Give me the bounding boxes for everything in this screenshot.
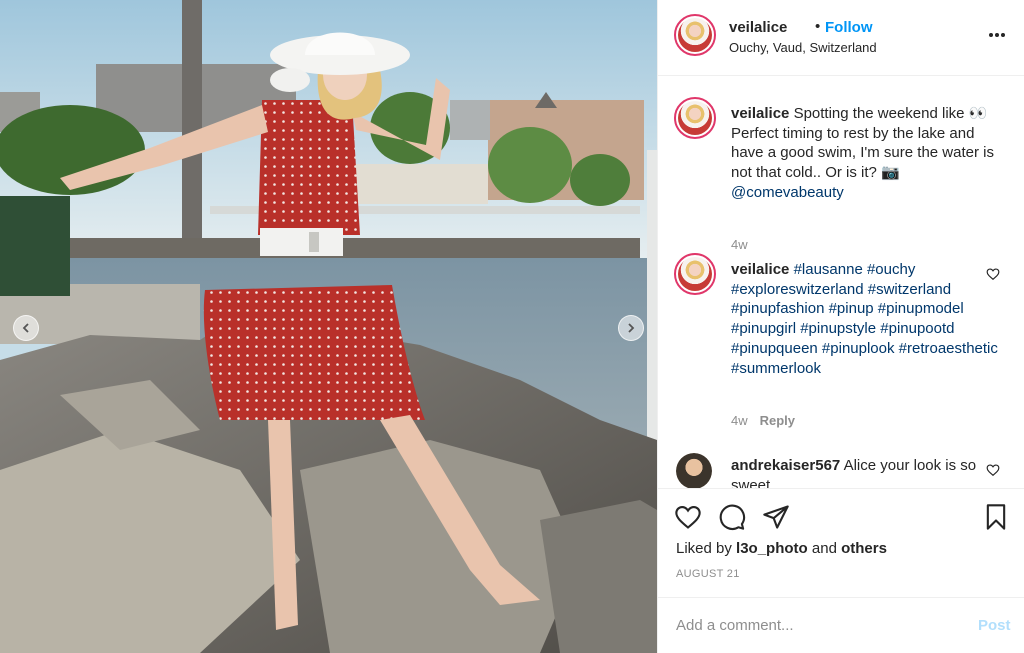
mention-link[interactable]: @comevabeauty: [731, 184, 844, 201]
avatar[interactable]: [674, 253, 716, 295]
like-heart-icon[interactable]: [674, 503, 702, 531]
comment-text: veilalice #lausanne #ouchy #exploreswitz…: [731, 260, 999, 378]
reply-button[interactable]: Reply: [760, 413, 795, 428]
comment-username[interactable]: veilalice: [731, 105, 789, 122]
liker-username[interactable]: l3o_photo: [736, 540, 808, 557]
post-details-panel: veilalice • Follow Ouchy, Vaud, Switzerl…: [657, 0, 1024, 653]
photo-scene: [0, 0, 657, 653]
bookmark-icon[interactable]: [982, 503, 1010, 531]
post-username[interactable]: veilalice: [729, 19, 787, 36]
likes-prefix: Liked by: [676, 540, 732, 557]
comment-time[interactable]: 4w: [731, 413, 748, 428]
likes-others-link[interactable]: others: [841, 540, 887, 557]
avatar[interactable]: [674, 97, 716, 139]
add-comment-bar: Post: [658, 597, 1024, 653]
comment-text: veilalice Spotting the weekend like 👀 Pe…: [731, 104, 999, 203]
likes-line: Liked by l3o_photo and others: [676, 540, 887, 557]
post-comment-button[interactable]: Post: [978, 617, 1011, 634]
chevron-left-icon: [22, 323, 29, 333]
avatar[interactable]: [676, 453, 712, 488]
follow-button[interactable]: Follow: [825, 19, 873, 36]
heart-outline-icon[interactable]: [986, 267, 1000, 281]
comment-text: andrekaiser567 Alice your look is so swe…: [731, 456, 999, 488]
post-actions: [658, 488, 1024, 548]
likes-middle: and: [811, 540, 837, 557]
comment-input[interactable]: [676, 613, 956, 637]
more-dots-icon[interactable]: [984, 22, 1010, 48]
post-date[interactable]: AUGUST 21: [676, 568, 740, 580]
share-send-icon[interactable]: [762, 503, 790, 531]
comment-username[interactable]: andrekaiser567: [731, 457, 840, 474]
post-photo[interactable]: [0, 0, 657, 653]
hashtag-links[interactable]: #lausanne #ouchy #exploreswitzerland #sw…: [731, 261, 998, 377]
post-header: veilalice • Follow Ouchy, Vaud, Switzerl…: [658, 0, 1024, 76]
separator-dot: •: [815, 18, 821, 35]
comment-meta: 4w Reply: [731, 413, 795, 428]
comment-username[interactable]: veilalice: [731, 261, 789, 278]
avatar[interactable]: [674, 14, 716, 56]
chevron-right-icon: [628, 323, 635, 333]
carousel-next-button[interactable]: [618, 315, 644, 341]
comments-list[interactable]: veilalice Spotting the weekend like 👀 Pe…: [658, 77, 1024, 488]
post-location[interactable]: Ouchy, Vaud, Switzerland: [729, 40, 877, 55]
comment-bubble-icon[interactable]: [718, 503, 746, 531]
carousel-prev-button[interactable]: [13, 315, 39, 341]
heart-outline-icon[interactable]: [986, 463, 1000, 477]
comment-time[interactable]: 4w: [731, 237, 748, 252]
